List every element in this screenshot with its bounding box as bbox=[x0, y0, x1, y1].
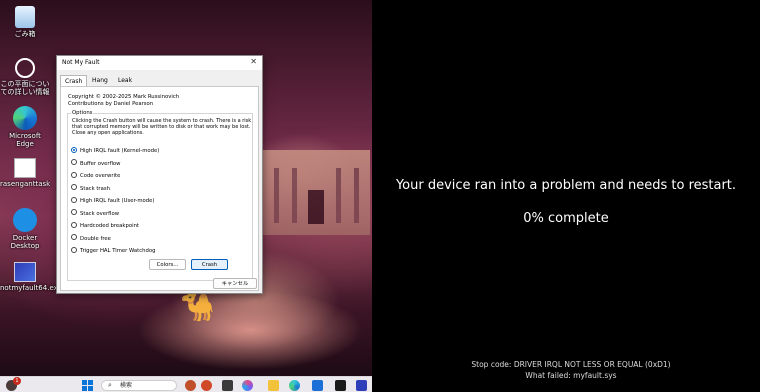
edge-icon bbox=[13, 106, 37, 130]
option-label: High IRQL fault (User-mode) bbox=[80, 198, 155, 204]
desktop-icon-recycle-bin[interactable]: ごみ箱 bbox=[0, 6, 50, 38]
option-label: Buffer overflow bbox=[80, 160, 121, 167]
radio-button[interactable] bbox=[71, 184, 77, 190]
bsod-progress: 0% complete bbox=[523, 211, 609, 226]
option-stack-trash[interactable]: Stack trash bbox=[71, 184, 110, 193]
search-placeholder: 検索 bbox=[120, 382, 133, 389]
radio-button[interactable] bbox=[71, 221, 77, 228]
colors-button[interactable]: Colors... bbox=[149, 259, 186, 270]
desktop-icon-label: rasenganttask bbox=[0, 180, 51, 188]
radio-button[interactable] bbox=[71, 234, 77, 240]
desktop-icon-label: ごみ箱 bbox=[14, 30, 36, 38]
notification-badge: 1 bbox=[13, 377, 21, 385]
not-my-fault-dialog: Not My Fault ✕ Crash Hang Leak Copyright… bbox=[56, 55, 263, 294]
file-explorer-icon[interactable] bbox=[268, 380, 279, 391]
desktop-icon-info[interactable]: この平面についての詳しい情報 bbox=[0, 58, 50, 96]
tab-hang[interactable]: Hang bbox=[88, 75, 112, 86]
store-icon[interactable] bbox=[312, 380, 323, 391]
desktop-icon-docker[interactable]: Docker Desktop bbox=[0, 208, 50, 250]
contributions-line: Contributions by Daniel Pearson bbox=[68, 101, 154, 107]
terminal-icon[interactable] bbox=[335, 380, 346, 391]
option-label: Stack trash bbox=[80, 185, 110, 192]
crash-warning-text: Clicking the Crash button will cause the… bbox=[72, 118, 252, 136]
radio-button-checked[interactable] bbox=[71, 146, 77, 153]
cancel-button[interactable]: キャンセル bbox=[213, 278, 257, 289]
desktop-icon-notmyfault[interactable]: notmyfault64.exe bbox=[0, 262, 62, 292]
radio-button[interactable] bbox=[71, 171, 77, 178]
option-label: Code overwrite bbox=[80, 173, 121, 179]
info-icon bbox=[15, 58, 35, 78]
crash-panel: Copyright © 2002-2025 Mark Russinovich C… bbox=[60, 86, 259, 291]
desktop-icon-edge[interactable]: Microsoft Edge bbox=[0, 106, 50, 148]
notmyfault-icon[interactable] bbox=[356, 380, 367, 391]
option-stack-overflow[interactable]: Stack overflow bbox=[71, 209, 120, 218]
bsod-what-failed: What failed: myfault.sys bbox=[525, 371, 617, 380]
taskbar: 1 ⌕ 検索 bbox=[0, 376, 372, 392]
search-icon: ⌕ bbox=[108, 381, 112, 389]
option-hal-timer-watchdog[interactable]: Trigger HAL Timer Watchdog bbox=[71, 246, 156, 255]
app-icon[interactable] bbox=[185, 380, 196, 391]
radio-button[interactable] bbox=[71, 209, 77, 215]
option-hardcoded-breakpoint[interactable]: Hardcoded breakpoint bbox=[71, 221, 140, 230]
option-double-free[interactable]: Double free bbox=[71, 234, 111, 243]
bsod-message: Your device ran into a problem and needs… bbox=[395, 178, 737, 193]
bsod-stop-code: Stop code: DRIVER IRQL NOT LESS OR EQUAL… bbox=[471, 360, 671, 369]
desktop: 🐪 ごみ箱 この平面についての詳しい情報 Microsoft Edge rase… bbox=[0, 0, 372, 392]
option-label: Double free bbox=[80, 235, 111, 242]
notmyfault-icon bbox=[14, 262, 36, 282]
radio-button[interactable] bbox=[71, 159, 77, 165]
app-icon[interactable] bbox=[201, 380, 212, 391]
options-group-label: Options bbox=[71, 110, 94, 116]
recycle-bin-icon bbox=[15, 6, 35, 28]
app-icon bbox=[14, 158, 36, 178]
copyright-text: Copyright © 2002-2025 Mark Russinovich C… bbox=[68, 94, 179, 108]
copyright-line: Copyright © 2002-2025 Mark Russinovich bbox=[68, 94, 180, 100]
taskbar-search-box[interactable]: ⌕ 検索 bbox=[101, 380, 177, 391]
task-view-icon[interactable] bbox=[222, 380, 233, 391]
camel-image: 🐪 bbox=[180, 290, 215, 323]
desktop-icon-label: この平面についての詳しい情報 bbox=[0, 80, 50, 96]
dialog-titlebar[interactable]: Not My Fault ✕ bbox=[57, 56, 262, 70]
start-button[interactable] bbox=[82, 380, 93, 391]
crash-button[interactable]: Crash bbox=[191, 259, 228, 270]
docker-icon bbox=[13, 208, 37, 232]
dialog-title: Not My Fault bbox=[62, 59, 100, 66]
option-high-irql-kernel[interactable]: High IRQL fault (Kernel-mode) bbox=[71, 146, 160, 155]
option-code-overwrite[interactable]: Code overwrite bbox=[71, 171, 121, 180]
desktop-icon-label: Docker Desktop bbox=[10, 234, 40, 250]
copilot-icon[interactable] bbox=[242, 380, 253, 391]
wallpaper-ground bbox=[120, 290, 372, 380]
desktop-icon-rasenganttask[interactable]: rasenganttask bbox=[0, 158, 50, 188]
radio-button[interactable] bbox=[71, 196, 77, 203]
option-buffer-overflow[interactable]: Buffer overflow bbox=[71, 159, 121, 168]
options-group: Options Clicking the Crash button will c… bbox=[67, 110, 253, 281]
bugcheck-screen: Your device ran into a problem and needs… bbox=[372, 0, 760, 392]
desktop-icon-label: notmyfault64.exe bbox=[0, 284, 62, 292]
edge-icon[interactable] bbox=[289, 380, 300, 391]
wallpaper-temple bbox=[262, 150, 370, 235]
option-label: Hardcoded breakpoint bbox=[80, 223, 140, 229]
tab-leak[interactable]: Leak bbox=[114, 75, 136, 86]
close-icon[interactable]: ✕ bbox=[250, 57, 257, 67]
radio-button[interactable] bbox=[71, 246, 77, 253]
desktop-icon-label: Microsoft Edge bbox=[9, 132, 41, 148]
option-label: High IRQL fault (Kernel-mode) bbox=[80, 148, 160, 154]
option-high-irql-user[interactable]: High IRQL fault (User-mode) bbox=[71, 196, 155, 205]
option-label: Trigger HAL Timer Watchdog bbox=[80, 248, 156, 254]
option-label: Stack overflow bbox=[80, 210, 120, 217]
